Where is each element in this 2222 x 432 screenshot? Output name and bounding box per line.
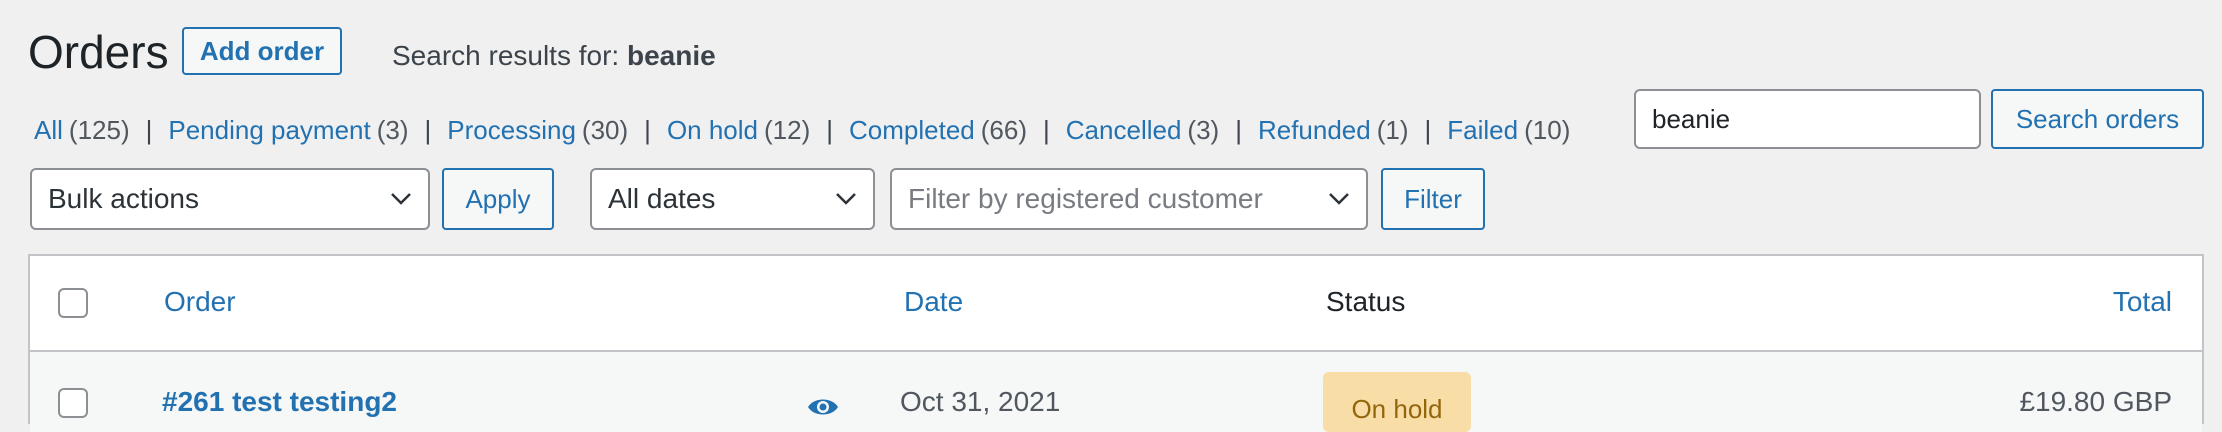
separator: | <box>826 115 834 145</box>
order-total: £19.80 GBP <box>2019 386 2172 417</box>
status-filter-links: All (125) | Pending payment (3) | Processi… <box>34 115 1570 146</box>
page-title: Orders <box>28 26 169 78</box>
search-results-prefix: Search results for: <box>392 40 627 71</box>
bulk-actions-value: Bulk actions <box>48 183 199 214</box>
add-order-button[interactable]: Add order <box>182 27 342 75</box>
separator: | <box>424 115 432 145</box>
search-orders-button[interactable]: Search orders <box>1991 89 2204 149</box>
order-link[interactable]: #261 test testing2 <box>162 386 397 418</box>
dates-value: All dates <box>608 183 716 214</box>
filter-completed[interactable]: Completed (66) <box>849 115 1027 146</box>
bulk-actions-select[interactable]: Bulk actions <box>30 168 430 230</box>
table-row[interactable]: #261 test testing2 Oct 31, 2021 On hold … <box>30 352 2202 432</box>
order-date: Oct 31, 2021 <box>900 386 1061 417</box>
search-results-summary: Search results for: beanie <box>392 40 716 72</box>
filter-pending-payment[interactable]: Pending payment (3) <box>168 115 408 146</box>
chevron-down-icon <box>391 193 411 205</box>
select-all-checkbox[interactable] <box>58 288 88 318</box>
table-header-row: Order Date Status Total <box>30 256 2202 352</box>
apply-button[interactable]: Apply <box>442 168 554 230</box>
status-badge: On hold <box>1323 372 1471 432</box>
search-results-term: beanie <box>626 40 716 71</box>
row-checkbox[interactable] <box>58 388 88 418</box>
eye-icon[interactable] <box>806 390 840 424</box>
chevron-down-icon <box>836 193 856 205</box>
customer-filter-placeholder: Filter by registered customer <box>908 183 1263 214</box>
filter-all[interactable]: All (125) <box>34 115 130 146</box>
filter-processing[interactable]: Processing (30) <box>447 115 628 146</box>
column-total-header[interactable]: Total <box>2113 286 2172 318</box>
column-order-header[interactable]: Order <box>164 286 236 318</box>
column-date-header[interactable]: Date <box>904 286 963 318</box>
chevron-down-icon <box>1329 193 1349 205</box>
filter-on-hold[interactable]: On hold (12) <box>667 115 810 146</box>
filter-failed[interactable]: Failed (10) <box>1447 115 1570 146</box>
orders-table: Order Date Status Total #261 test testin… <box>28 254 2204 432</box>
filter-refunded[interactable]: Refunded (1) <box>1258 115 1409 146</box>
separator: | <box>1235 115 1242 145</box>
separator: | <box>145 115 153 145</box>
separator: | <box>1043 115 1050 145</box>
dates-select[interactable]: All dates <box>590 168 875 230</box>
filter-cancelled[interactable]: Cancelled (3) <box>1066 115 1219 146</box>
column-status-header: Status <box>1326 286 1406 317</box>
filter-button[interactable]: Filter <box>1381 168 1485 230</box>
customer-filter-select[interactable]: Filter by registered customer <box>890 168 1368 230</box>
search-orders-input[interactable]: beanie <box>1634 89 1981 149</box>
separator: | <box>1424 115 1432 145</box>
separator: | <box>644 115 651 145</box>
